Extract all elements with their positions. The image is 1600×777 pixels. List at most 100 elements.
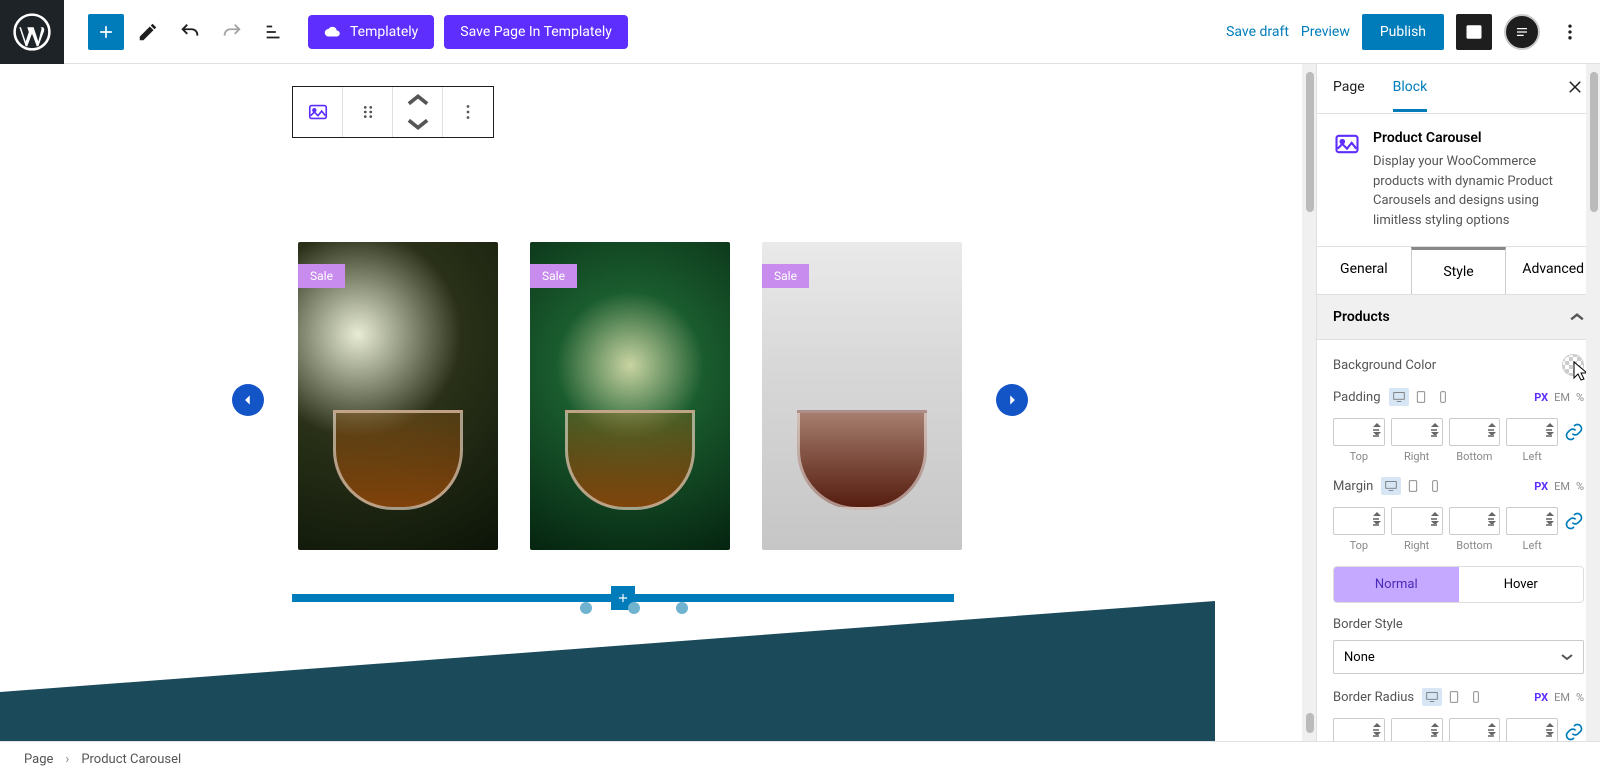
- list-view-icon[interactable]: [256, 14, 292, 50]
- mobile-icon[interactable]: [1466, 688, 1486, 706]
- preview-link[interactable]: Preview: [1301, 24, 1350, 40]
- radius-link-icon[interactable]: [1564, 722, 1584, 741]
- margin-left-input[interactable]: [1506, 507, 1558, 535]
- block-description: Display your WooCommerce products with d…: [1373, 152, 1584, 230]
- templately-button[interactable]: Templately: [308, 15, 434, 49]
- unit-px[interactable]: PX: [1534, 391, 1548, 404]
- desktop-icon[interactable]: [1381, 477, 1401, 495]
- panel-products-header[interactable]: Products: [1317, 295, 1600, 340]
- padding-unit-selector: PX EM %: [1534, 391, 1584, 404]
- avatar[interactable]: [1504, 14, 1540, 50]
- tab-style[interactable]: Style: [1411, 247, 1507, 294]
- add-block-button[interactable]: [88, 14, 124, 50]
- margin-unit-selector: PX EM %: [1534, 480, 1584, 493]
- unit-em[interactable]: EM: [1554, 691, 1570, 704]
- sidebar-scrollbar[interactable]: [1586, 64, 1600, 741]
- radius-input-2[interactable]: [1391, 718, 1443, 741]
- margin-device-icons: [1381, 477, 1445, 495]
- save-draft-link[interactable]: Save draft: [1226, 24, 1289, 40]
- carousel-prev-button[interactable]: [232, 384, 264, 416]
- unit-pct[interactable]: %: [1576, 480, 1584, 493]
- panel-products-label: Products: [1333, 309, 1390, 325]
- edit-tool-icon[interactable]: [130, 14, 166, 50]
- padding-left-input[interactable]: [1506, 418, 1558, 446]
- sale-badge: Sale: [762, 264, 809, 288]
- carousel-next-button[interactable]: [996, 384, 1028, 416]
- unit-em[interactable]: EM: [1554, 391, 1570, 404]
- block-type-icon[interactable]: [293, 87, 343, 137]
- tablet-icon[interactable]: [1444, 688, 1464, 706]
- padding-bottom-input[interactable]: [1449, 418, 1501, 446]
- radius-input-4[interactable]: [1506, 718, 1558, 741]
- drag-handle-icon[interactable]: [343, 87, 393, 137]
- sale-badge: Sale: [530, 264, 577, 288]
- padding-label: Padding: [1333, 390, 1381, 405]
- product-card[interactable]: Sale: [762, 242, 962, 550]
- margin-right-input[interactable]: [1391, 507, 1443, 535]
- breadcrumb-block[interactable]: Product Carousel: [81, 752, 181, 767]
- unit-pct[interactable]: %: [1576, 391, 1584, 404]
- radius-input-3[interactable]: [1449, 718, 1501, 741]
- desktop-icon[interactable]: [1422, 688, 1442, 706]
- block-more-icon[interactable]: [443, 87, 493, 137]
- wordpress-logo[interactable]: [0, 0, 64, 64]
- breadcrumb-page[interactable]: Page: [24, 752, 53, 767]
- border-radius-label: Border Radius: [1333, 690, 1414, 705]
- side-bottom: Bottom: [1449, 539, 1501, 552]
- move-up-down[interactable]: [393, 87, 443, 137]
- product-card[interactable]: Sale: [530, 242, 730, 550]
- canvas-scrollbar[interactable]: [1302, 64, 1316, 741]
- tablet-icon[interactable]: [1403, 477, 1423, 495]
- carousel-dot[interactable]: [580, 602, 592, 614]
- save-templately-button[interactable]: Save Page In Templately: [444, 15, 628, 49]
- mobile-icon[interactable]: [1425, 477, 1445, 495]
- tablet-icon[interactable]: [1411, 388, 1431, 406]
- side-left: Left: [1506, 539, 1558, 552]
- mobile-icon[interactable]: [1433, 388, 1453, 406]
- scrollbar-thumb[interactable]: [1306, 72, 1314, 212]
- sidebar-toggle-button[interactable]: [1456, 14, 1492, 50]
- tab-normal[interactable]: Normal: [1334, 567, 1459, 602]
- radius-input-1[interactable]: [1333, 718, 1385, 741]
- save-templately-label: Save Page In Templately: [460, 24, 612, 40]
- border-style-select[interactable]: None: [1333, 640, 1584, 674]
- padding-top-input[interactable]: [1333, 418, 1385, 446]
- margin-top-input[interactable]: [1333, 507, 1385, 535]
- carousel-dot[interactable]: [676, 602, 688, 614]
- undo-icon[interactable]: [172, 14, 208, 50]
- sale-badge: Sale: [298, 264, 345, 288]
- unit-pct[interactable]: %: [1576, 691, 1584, 704]
- tab-page[interactable]: Page: [1333, 65, 1365, 112]
- product-card[interactable]: Sale: [298, 242, 498, 550]
- padding-link-icon[interactable]: [1564, 422, 1584, 442]
- unit-em[interactable]: EM: [1554, 480, 1570, 493]
- tab-hover[interactable]: Hover: [1459, 567, 1584, 602]
- unit-px[interactable]: PX: [1534, 480, 1548, 493]
- margin-link-icon[interactable]: [1564, 511, 1584, 531]
- unit-px[interactable]: PX: [1534, 691, 1548, 704]
- side-right: Right: [1391, 450, 1443, 463]
- chevron-up-icon: [1570, 312, 1584, 322]
- topbar: Templately Save Page In Templately Save …: [0, 0, 1600, 64]
- scrollbar-thumb[interactable]: [1306, 713, 1314, 733]
- main-layout: Sale Sale Sale: [0, 64, 1600, 741]
- product-image: [565, 410, 695, 510]
- redo-icon[interactable]: [214, 14, 250, 50]
- padding-device-icons: [1389, 388, 1453, 406]
- chevron-down-icon: [1561, 653, 1573, 661]
- close-sidebar-icon[interactable]: [1566, 78, 1584, 100]
- border-radius-row: Border Radius PX EM %: [1333, 688, 1584, 706]
- scrollbar-thumb[interactable]: [1590, 72, 1598, 212]
- tab-block[interactable]: Block: [1393, 65, 1428, 112]
- more-options-icon[interactable]: [1552, 14, 1588, 50]
- margin-bottom-input[interactable]: [1449, 507, 1501, 535]
- padding-inputs: [1333, 418, 1584, 446]
- padding-row: Padding PX EM %: [1333, 388, 1584, 406]
- tab-general[interactable]: General: [1317, 247, 1411, 294]
- panel-products-body: Background Color Padding PX: [1317, 340, 1600, 741]
- carousel-dot[interactable]: [628, 602, 640, 614]
- publish-button[interactable]: Publish: [1362, 14, 1444, 50]
- desktop-icon[interactable]: [1389, 388, 1409, 406]
- product-image: [333, 410, 463, 510]
- padding-right-input[interactable]: [1391, 418, 1443, 446]
